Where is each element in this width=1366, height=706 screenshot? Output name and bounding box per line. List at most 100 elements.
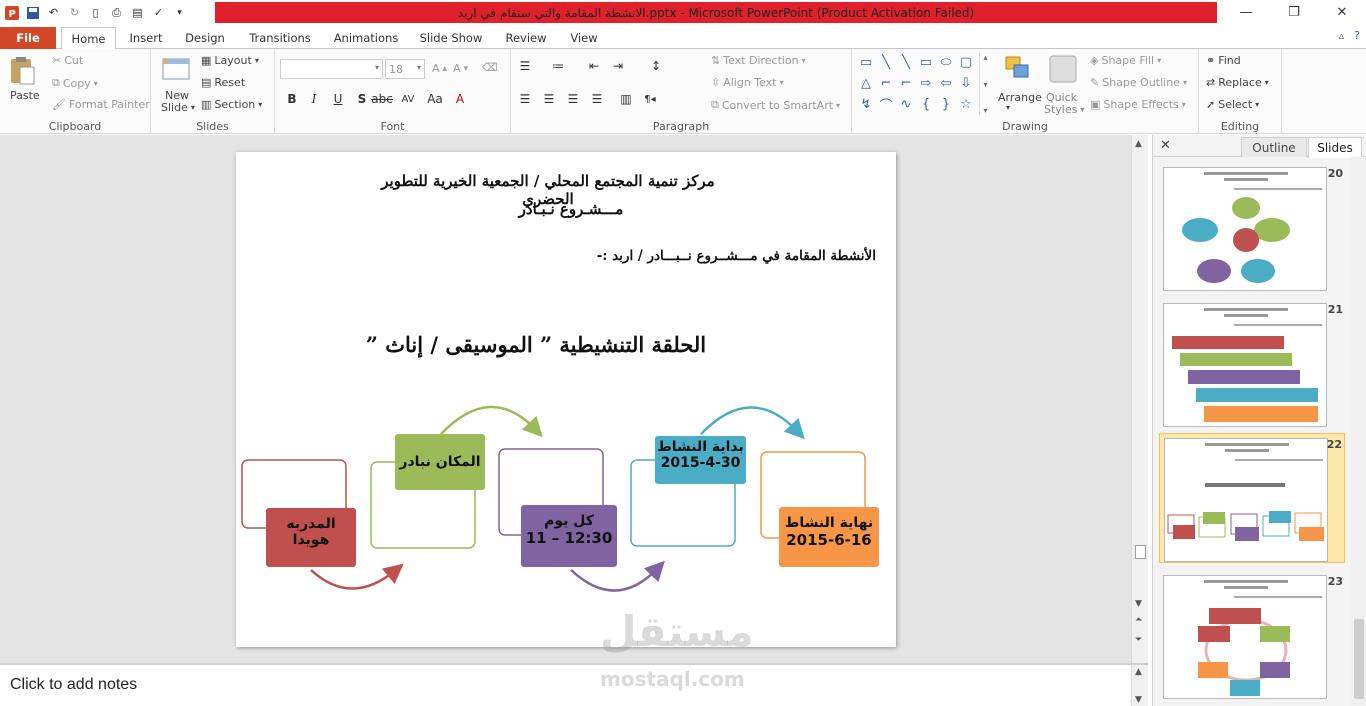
paste-button[interactable]: Paste [10, 89, 40, 102]
tab-insert[interactable]: Insert [120, 27, 172, 49]
section-button[interactable]: ▥ Section ▾ [201, 98, 262, 111]
shrink-font-button[interactable]: A ▾ [453, 62, 468, 75]
location-box[interactable]: المكان نبادر [395, 434, 485, 490]
decrease-indent-icon[interactable]: ⇤ [585, 57, 603, 75]
scrollbar-thumb[interactable] [1354, 619, 1364, 699]
new-slide-label-2[interactable]: Slide ▾ [161, 101, 195, 114]
trainer-box[interactable]: المدربه هويدا [266, 508, 356, 567]
line-spacing-icon[interactable]: ↕ [647, 57, 665, 75]
character-spacing-icon[interactable]: AV [399, 90, 417, 108]
oval-shape-icon[interactable]: ⬭ [937, 53, 955, 72]
notes-scrollbar[interactable]: ▲ ▼ [1131, 665, 1148, 706]
paste-icon[interactable] [8, 55, 38, 85]
next-slide-icon[interactable]: ⏷ [1135, 635, 1142, 645]
rounded-rectangle-shape-icon[interactable]: ▢ [957, 53, 975, 72]
font-name-select[interactable]: ▾ [280, 59, 383, 79]
arrange-icon[interactable] [1003, 54, 1033, 84]
arrow-right-shape-icon[interactable]: ⇨ [917, 74, 935, 93]
minimize-button[interactable]: — [1222, 0, 1270, 25]
tab-view[interactable]: View [558, 27, 610, 49]
layout-button[interactable]: ▦ Layout ▾ [201, 54, 259, 67]
reset-button[interactable]: ▤ Reset [201, 76, 245, 89]
scroll-up-icon[interactable]: ▲ [1135, 139, 1142, 149]
connector-shape-icon[interactable]: ⌐ [877, 74, 895, 93]
schedule-box[interactable]: كل يوم 11 – 12:30 [521, 505, 617, 567]
change-case-button[interactable]: Aa [426, 90, 444, 108]
rectangle-shape-icon[interactable]: ▭ [917, 53, 935, 72]
brace-left-shape-icon[interactable]: { [917, 95, 935, 114]
tab-home[interactable]: Home [61, 27, 116, 50]
copy-button[interactable]: ⧉ Copy ▾ [52, 76, 98, 90]
slide-canvas[interactable]: مركز تنمية المجتمع المحلي / الجمعية الخي… [236, 152, 896, 647]
connector-shape-icon[interactable]: ⌐ [897, 74, 915, 93]
line-shape-icon[interactable]: ╲ [897, 53, 915, 72]
shape-effects-button[interactable]: ▣ Shape Effects ▾ [1090, 98, 1186, 111]
format-painter-button[interactable]: 🖌 Format Painter [52, 98, 150, 111]
help-icon[interactable]: ? [1354, 29, 1360, 42]
font-color-button[interactable]: A [451, 90, 469, 108]
scroll-down-icon[interactable]: ▼ [1135, 695, 1142, 705]
quick-styles-icon[interactable] [1048, 54, 1078, 84]
strikethrough-button[interactable]: abc [371, 90, 393, 108]
close-button[interactable]: ✕ [1318, 0, 1366, 25]
restore-button[interactable]: ❐ [1270, 0, 1318, 25]
close-icon[interactable]: ✕ [1160, 138, 1171, 153]
shapes-gallery[interactable]: ▭ ╲ ╲ ▭ ⬭ ▢ △ ⌐ ⌐ ⇨ ⇦ ⇩ ↯ ⌒ ∿ { } ☆ [857, 53, 977, 114]
bold-button[interactable]: B [283, 90, 301, 108]
find-button[interactable]: ⚭ Find [1206, 54, 1241, 67]
justify-icon[interactable]: ☰ [588, 90, 606, 108]
editor-vertical-scrollbar[interactable]: ▲ ▼ ⏶ ⏷ [1131, 135, 1148, 663]
tab-slide-show[interactable]: Slide Show [410, 27, 492, 49]
scrollbar-thumb[interactable] [1135, 545, 1146, 559]
slides-panel-scrollbar[interactable] [1351, 157, 1366, 706]
textbox-shape-icon[interactable]: ▭ [857, 53, 875, 72]
align-text-button[interactable]: ⇳ Align Text ▾ [711, 76, 784, 89]
columns-icon[interactable]: ▥ [617, 90, 635, 108]
layout-icon[interactable]: ▤ [129, 4, 146, 21]
shadow-button[interactable]: S [353, 90, 371, 108]
arc-shape-icon[interactable]: ⌒ [877, 95, 895, 114]
italic-button[interactable]: I [305, 90, 323, 108]
arrow-left-shape-icon[interactable]: ⇦ [937, 74, 955, 93]
shape-fill-button[interactable]: ◈ Shape Fill ▾ [1090, 54, 1161, 67]
font-size-select[interactable]: 18 ▾ [385, 59, 425, 79]
brace-right-shape-icon[interactable]: } [937, 95, 955, 114]
minimize-ribbon-icon[interactable]: ▵ [1339, 29, 1345, 42]
clear-formatting-icon[interactable]: ⌫ [482, 61, 498, 74]
align-left-icon[interactable]: ☰ [516, 90, 534, 108]
line-shape-icon[interactable]: ╲ [877, 53, 895, 72]
start-date-box[interactable]: بداية النشاط 2015-4-30 [655, 436, 746, 484]
previous-slide-icon[interactable]: ⏶ [1135, 615, 1142, 625]
quick-styles-label-2[interactable]: Styles ▾ [1044, 103, 1084, 116]
customize-toolbar-chevron-icon[interactable]: ▾ [171, 4, 188, 21]
slide-thumbnail[interactable]: 21 [1159, 299, 1345, 429]
triangle-shape-icon[interactable]: △ [857, 74, 875, 93]
align-center-icon[interactable]: ☰ [540, 90, 558, 108]
repeat-icon[interactable]: ↻ [66, 4, 83, 21]
increase-indent-icon[interactable]: ⇥ [609, 57, 627, 75]
tab-transitions[interactable]: Transitions [240, 27, 320, 49]
tab-design[interactable]: Design [176, 27, 234, 49]
tab-animations[interactable]: Animations [326, 27, 406, 49]
undo-icon[interactable]: ↶ [45, 4, 62, 21]
shape-outline-button[interactable]: ✎ Shape Outline ▾ [1090, 76, 1187, 89]
text-direction-button[interactable]: ⇅ Text Direction ▾ [711, 54, 806, 67]
new-slide-icon[interactable]: ✶ [161, 55, 191, 85]
save-icon[interactable] [24, 4, 41, 21]
shapes-gallery-scroll[interactable]: ▴ ▾ ▾ [979, 53, 991, 115]
underline-button[interactable]: U [329, 90, 347, 108]
powerpoint-logo-icon[interactable]: P [3, 4, 20, 21]
print-preview-icon[interactable]: ⎙ [108, 4, 125, 21]
spelling-icon[interactable]: ✓ [150, 4, 167, 21]
notes-pane[interactable]: Click to add notes mostaql.com ▲ ▼ [0, 663, 1148, 706]
slide-thumbnail[interactable]: 23 [1159, 571, 1345, 701]
tab-outline[interactable]: Outline [1241, 137, 1307, 157]
arrange-button[interactable]: Arrange [998, 91, 1042, 104]
arrow-down-shape-icon[interactable]: ⇩ [957, 74, 975, 93]
tab-slides[interactable]: Slides [1308, 137, 1362, 158]
end-date-box[interactable]: نهاية النشاط 2015-6-16 [779, 507, 879, 567]
scroll-down-icon[interactable]: ▼ [1135, 599, 1142, 609]
curve-shape-icon[interactable]: ∿ [897, 95, 915, 114]
numbering-icon[interactable]: ≔ [549, 57, 567, 75]
scroll-up-icon[interactable]: ▲ [1135, 667, 1142, 677]
